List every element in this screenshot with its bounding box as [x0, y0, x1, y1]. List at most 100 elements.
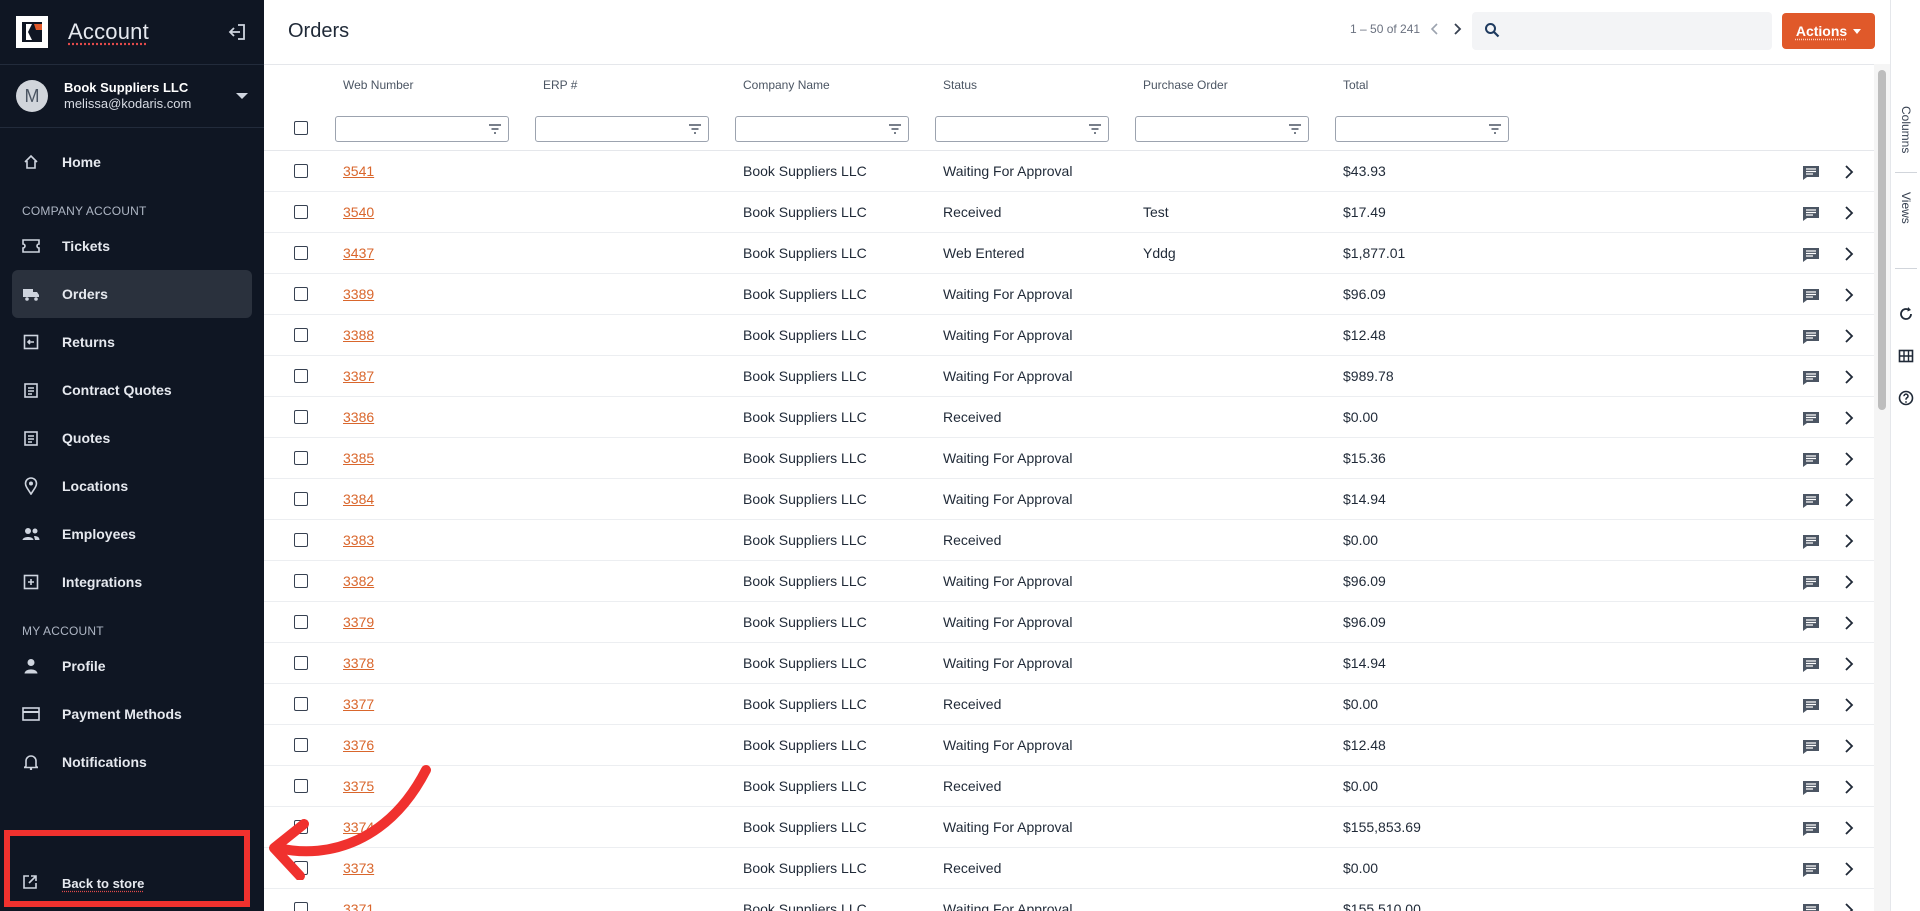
table-row[interactable]: 3384 Book Suppliers LLC Waiting For Approv…: [264, 479, 1874, 520]
column-header-web-number[interactable]: Web Number: [343, 78, 413, 92]
sidebar-item-quotes[interactable]: Quotes: [0, 414, 264, 462]
web-number-link[interactable]: 3384: [343, 491, 374, 507]
row-checkbox[interactable]: [294, 902, 308, 911]
help-icon[interactable]: [1898, 390, 1914, 406]
table-row[interactable]: 3540 Book Suppliers LLC Received Test $17.49: [264, 192, 1874, 233]
table-row[interactable]: 3374 Book Suppliers LLC Waiting For Approv…: [264, 807, 1874, 848]
sidebar-item-locations[interactable]: Locations: [0, 462, 264, 510]
table-row[interactable]: 3377 Book Suppliers LLC Received $0.00: [264, 684, 1874, 725]
chevron-right-icon[interactable]: [1842, 533, 1856, 549]
chevron-right-icon[interactable]: [1842, 328, 1856, 344]
column-header-total[interactable]: Total: [1343, 78, 1368, 92]
row-checkbox[interactable]: [294, 369, 308, 383]
chevron-right-icon[interactable]: [1842, 615, 1856, 631]
table-row[interactable]: 3382 Book Suppliers LLC Waiting For Approv…: [264, 561, 1874, 602]
chevron-right-icon[interactable]: [1842, 164, 1856, 180]
chevron-right-icon[interactable]: [1842, 902, 1856, 911]
comment-icon[interactable]: [1802, 165, 1820, 181]
column-header-erp[interactable]: ERP #: [543, 78, 577, 92]
chevron-right-icon[interactable]: [1842, 656, 1856, 672]
row-checkbox[interactable]: [294, 451, 308, 465]
web-number-link[interactable]: 3382: [343, 573, 374, 589]
vertical-scrollbar[interactable]: [1874, 64, 1890, 911]
comment-icon[interactable]: [1802, 657, 1820, 673]
chevron-right-icon[interactable]: [1842, 410, 1856, 426]
web-number-link[interactable]: 3388: [343, 327, 374, 343]
column-header-purchase-order[interactable]: Purchase Order: [1143, 78, 1228, 92]
scrollbar-thumb[interactable]: [1878, 70, 1886, 410]
account-switcher[interactable]: M Book Suppliers LLC melissa@kodaris.com: [0, 65, 264, 128]
chevron-right-icon[interactable]: [1842, 492, 1856, 508]
chevron-right-icon[interactable]: [1842, 246, 1856, 262]
comment-icon[interactable]: [1802, 288, 1820, 304]
row-checkbox[interactable]: [294, 697, 308, 711]
collapse-sidebar-icon[interactable]: [226, 21, 248, 43]
column-header-company-name[interactable]: Company Name: [743, 78, 830, 92]
web-number-link[interactable]: 3389: [343, 286, 374, 302]
comment-icon[interactable]: [1802, 452, 1820, 468]
row-checkbox[interactable]: [294, 328, 308, 342]
table-row[interactable]: 3389 Book Suppliers LLC Waiting For Approv…: [264, 274, 1874, 315]
table-row[interactable]: 3388 Book Suppliers LLC Waiting For Approv…: [264, 315, 1874, 356]
row-checkbox[interactable]: [294, 656, 308, 670]
chevron-right-icon[interactable]: [1842, 574, 1856, 590]
row-checkbox[interactable]: [294, 205, 308, 219]
sidebar-item-contract-quotes[interactable]: Contract Quotes: [0, 366, 264, 414]
filter-company-name[interactable]: [735, 116, 909, 142]
sidebar-item-profile[interactable]: Profile: [0, 642, 264, 690]
row-checkbox[interactable]: [294, 164, 308, 178]
filter-web-number[interactable]: [335, 116, 509, 142]
sidebar-item-tickets[interactable]: Tickets: [0, 222, 264, 270]
comment-icon[interactable]: [1802, 903, 1820, 911]
comment-icon[interactable]: [1802, 206, 1820, 222]
comment-icon[interactable]: [1802, 329, 1820, 345]
sidebar-item-home[interactable]: Home: [0, 138, 264, 186]
sidebar-item-payment-methods[interactable]: Payment Methods: [0, 690, 264, 738]
chevron-right-icon[interactable]: [1842, 205, 1856, 221]
comment-icon[interactable]: [1802, 616, 1820, 632]
filter-total[interactable]: [1335, 116, 1509, 142]
table-row[interactable]: 3375 Book Suppliers LLC Received $0.00: [264, 766, 1874, 807]
comment-icon[interactable]: [1802, 370, 1820, 386]
select-all-checkbox[interactable]: [294, 121, 308, 135]
comment-icon[interactable]: [1802, 698, 1820, 714]
sidebar-item-returns[interactable]: Returns: [0, 318, 264, 366]
search-input[interactable]: [1512, 16, 1766, 48]
chevron-right-icon[interactable]: [1842, 820, 1856, 836]
filter-status[interactable]: [935, 116, 1109, 142]
comment-icon[interactable]: [1802, 739, 1820, 755]
sidebar-item-employees[interactable]: Employees: [0, 510, 264, 558]
web-number-link[interactable]: 3386: [343, 409, 374, 425]
web-number-link[interactable]: 3540: [343, 204, 374, 220]
comment-icon[interactable]: [1802, 534, 1820, 550]
columns-tab[interactable]: Columns: [1899, 106, 1913, 153]
comment-icon[interactable]: [1802, 411, 1820, 427]
sidebar-item-notifications[interactable]: Notifications: [0, 738, 264, 786]
row-checkbox[interactable]: [294, 615, 308, 629]
web-number-link[interactable]: 3378: [343, 655, 374, 671]
views-tab[interactable]: Views: [1899, 192, 1913, 224]
refresh-icon[interactable]: [1898, 306, 1914, 322]
table-row[interactable]: 3541 Book Suppliers LLC Waiting For Approv…: [264, 151, 1874, 192]
row-checkbox[interactable]: [294, 533, 308, 547]
chevron-right-icon[interactable]: [1842, 697, 1856, 713]
chevron-right-icon[interactable]: [1842, 287, 1856, 303]
web-number-link[interactable]: 3379: [343, 614, 374, 630]
chevron-left-icon[interactable]: [1428, 22, 1442, 36]
comment-icon[interactable]: [1802, 780, 1820, 796]
chevron-right-icon[interactable]: [1450, 22, 1464, 36]
row-checkbox[interactable]: [294, 246, 308, 260]
web-number-link[interactable]: 3376: [343, 737, 374, 753]
table-row[interactable]: 3378 Book Suppliers LLC Waiting For Approv…: [264, 643, 1874, 684]
table-row[interactable]: 3385 Book Suppliers LLC Waiting For Approv…: [264, 438, 1874, 479]
comment-icon[interactable]: [1802, 247, 1820, 263]
row-checkbox[interactable]: [294, 738, 308, 752]
web-number-link[interactable]: 3371: [343, 901, 374, 911]
chevron-right-icon[interactable]: [1842, 451, 1856, 467]
table-row[interactable]: 3376 Book Suppliers LLC Waiting For Approv…: [264, 725, 1874, 766]
web-number-link[interactable]: 3383: [343, 532, 374, 548]
row-checkbox[interactable]: [294, 410, 308, 424]
comment-icon[interactable]: [1802, 493, 1820, 509]
web-number-link[interactable]: 3541: [343, 163, 374, 179]
row-checkbox[interactable]: [294, 574, 308, 588]
